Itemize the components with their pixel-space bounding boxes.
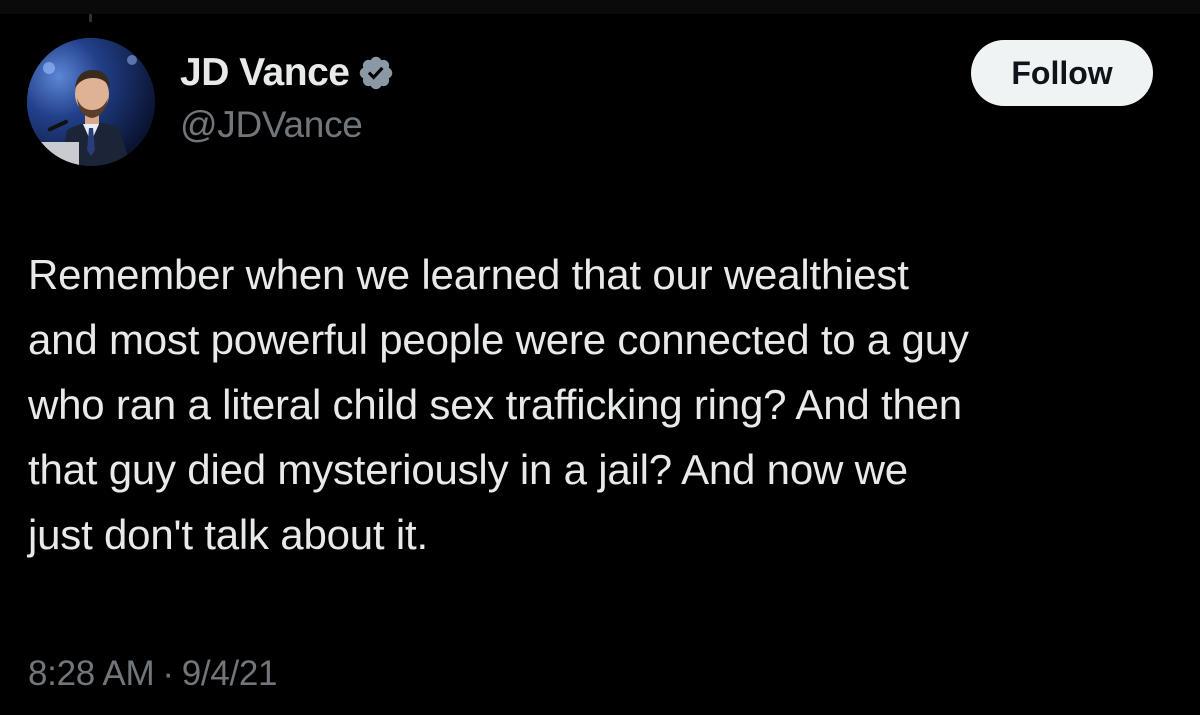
verified-badge-icon[interactable] <box>357 54 395 92</box>
meta-separator: · <box>162 654 174 693</box>
avatar[interactable] <box>27 38 155 166</box>
name-row: JD Vance <box>180 50 395 96</box>
author-identity: JD Vance @JDVance <box>180 50 395 146</box>
user-handle[interactable]: @JDVance <box>180 104 395 146</box>
top-edge <box>0 0 1200 14</box>
avatar-photo-icon <box>27 38 155 166</box>
follow-button[interactable]: Follow <box>971 40 1153 106</box>
tweet-time: 8:28 AM <box>28 654 155 693</box>
tweet-date: 9/4/21 <box>181 654 278 693</box>
tweet-timestamp[interactable]: 8:28 AM · 9/4/21 <box>28 654 278 694</box>
tweet-text: Remember when we learned that our wealth… <box>28 251 969 558</box>
thread-connector <box>89 14 92 22</box>
tweet-card: JD Vance @JDVance Follow Remember when w… <box>0 0 1200 715</box>
display-name[interactable]: JD Vance <box>180 51 350 95</box>
